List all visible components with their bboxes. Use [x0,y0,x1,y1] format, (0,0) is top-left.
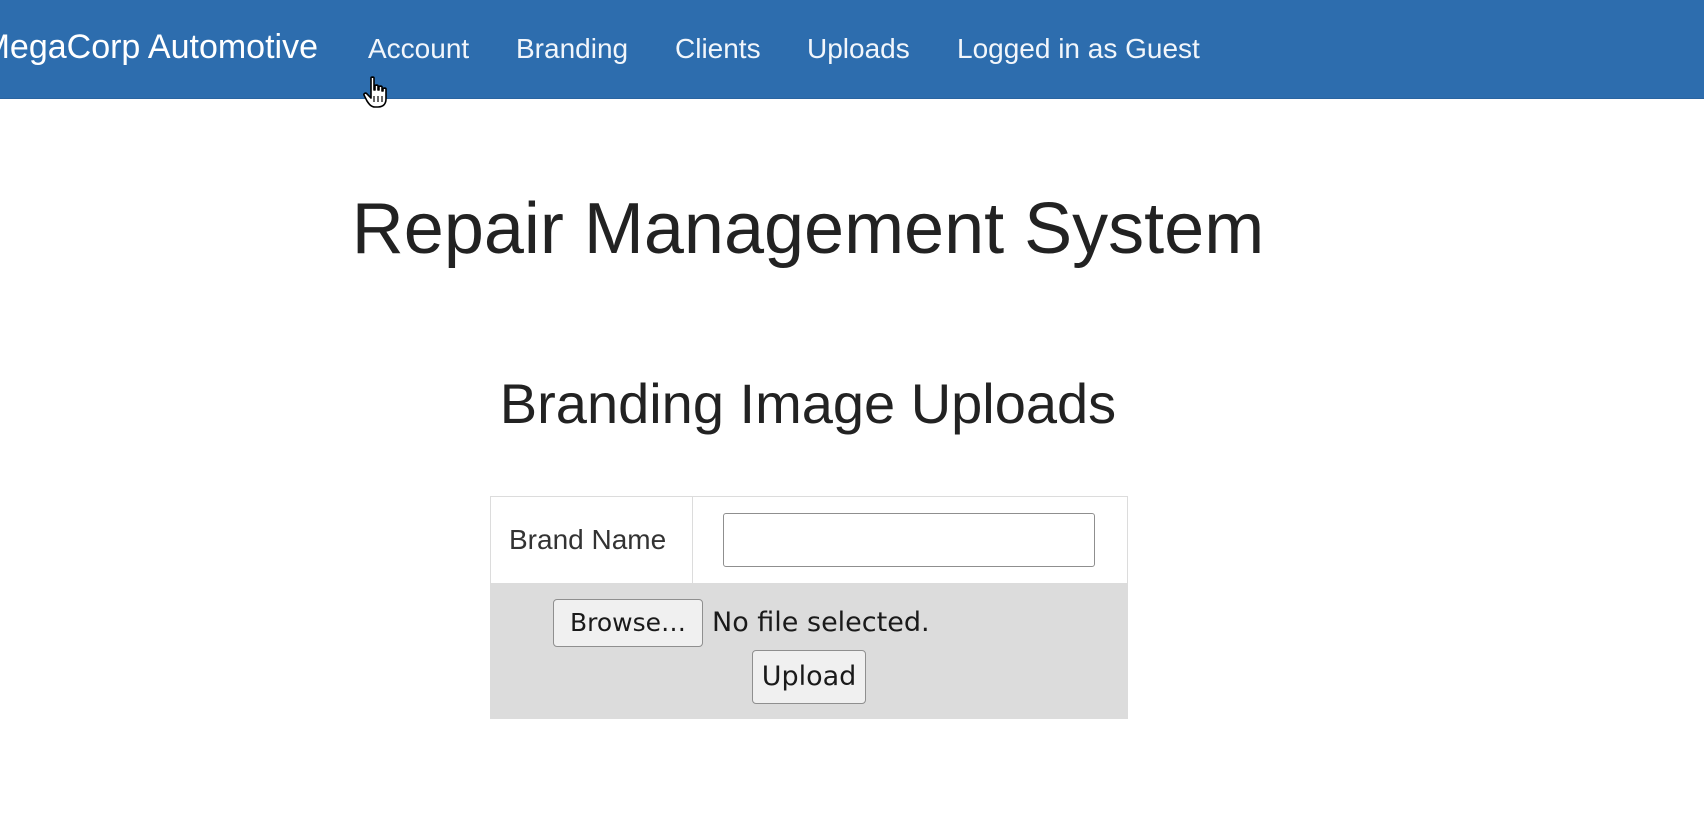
nav-item-clients[interactable]: Clients [675,33,761,65]
hand-pointer-icon [363,76,387,108]
file-status-text: No file selected. [712,607,930,638]
nav-item-branding[interactable]: Branding [516,33,628,65]
navbar-brand-label[interactable]: MegaCorp Automotive [0,27,318,67]
brand-name-row: Brand Name [490,496,1128,584]
nav-item-account[interactable]: Account [368,33,469,65]
brand-name-label-cell: Brand Name [491,497,693,583]
navbar-brand[interactable]: MegaCorp Automotive [0,0,318,98]
nav-item-uploads[interactable]: Uploads [807,33,910,65]
section-title: Branding Image Uploads [499,372,1117,435]
upload-button[interactable]: Upload [752,650,866,704]
brand-name-label: Brand Name [509,524,667,555]
file-upload-row: Browse… No file selected. Upload [490,584,1128,719]
browse-button[interactable]: Browse… [553,599,703,647]
nav-item-logged-in-user[interactable]: Logged in as Guest [957,33,1200,65]
brand-name-input[interactable] [723,513,1095,567]
navbar: MegaCorp Automotive Account Branding Cli… [0,0,1704,99]
branding-upload-form: Brand Name Browse… No file selected. Upl… [490,496,1128,719]
page-title: Repair Management System [351,189,1265,269]
